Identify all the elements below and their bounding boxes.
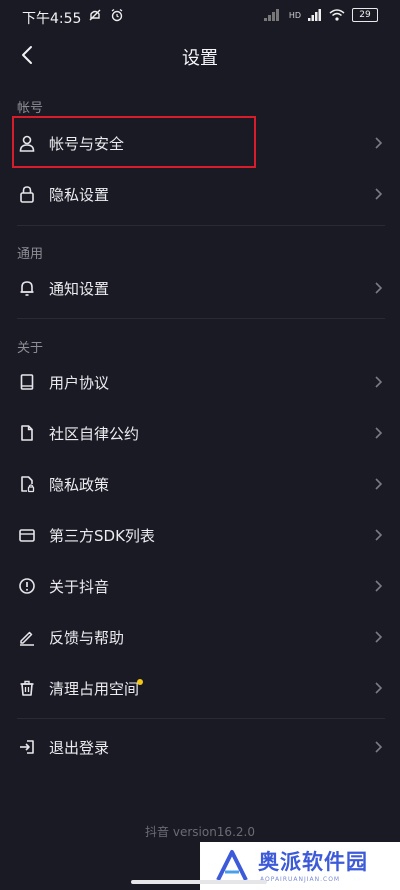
status-time: 下午4:55 — [22, 11, 82, 27]
trash-icon — [17, 678, 37, 698]
section-label-about: 关于 — [17, 341, 44, 356]
section-label-account: 帐号 — [17, 101, 44, 116]
about-douyin-item[interactable]: 关于抖音 — [0, 561, 400, 611]
wifi-icon — [329, 9, 345, 21]
status-bar: 下午4:55 HD 29 — [0, 0, 400, 34]
privacy-settings-label: 隐私设置 — [49, 185, 110, 204]
document-icon — [17, 423, 37, 443]
user-agreement-item[interactable]: 用户协议 — [0, 357, 400, 407]
watermark-title: 奥派软件园 — [258, 850, 368, 874]
privacy-policy-label: 隐私政策 — [49, 475, 110, 494]
divider — [17, 318, 385, 319]
chevron-right-icon — [375, 282, 383, 294]
watermark-subtitle: AOPAIRUANJIAN.COM — [260, 876, 341, 883]
chevron-right-icon — [375, 580, 383, 592]
privacy-settings-item[interactable]: 隐私设置 — [0, 169, 400, 219]
logout-item[interactable]: 退出登录 — [0, 722, 400, 772]
lock-icon — [17, 184, 37, 204]
bell-icon — [17, 278, 37, 298]
section-label-general: 通用 — [17, 247, 44, 262]
chevron-right-icon — [375, 137, 383, 149]
clear-storage-item[interactable]: 清理占用空间 — [0, 663, 400, 713]
user-agreement-label: 用户协议 — [49, 373, 110, 392]
highlight-box — [12, 116, 256, 168]
hd-label: HD — [288, 10, 301, 20]
chevron-right-icon — [375, 741, 383, 753]
divider — [17, 225, 385, 226]
privacy-policy-item[interactable]: 隐私政策 — [0, 459, 400, 509]
chevron-right-icon — [375, 376, 383, 388]
signal-icon — [263, 9, 279, 21]
about-douyin-label: 关于抖音 — [49, 577, 110, 596]
chevron-right-icon — [375, 427, 383, 439]
battery-icon: 29 — [352, 8, 378, 22]
alarm-icon — [111, 8, 123, 22]
book-icon — [17, 372, 37, 392]
page-title: 设置 — [182, 48, 218, 69]
third-party-sdk-label: 第三方SDK列表 — [49, 526, 155, 545]
signal-icon-2 — [308, 9, 321, 21]
watermark-logo-icon — [216, 850, 248, 881]
info-icon — [17, 576, 37, 596]
chevron-right-icon — [375, 188, 383, 200]
logout-icon — [17, 737, 37, 757]
privacy-document-icon — [17, 474, 37, 494]
pen-icon — [17, 627, 37, 647]
divider — [17, 718, 385, 719]
clear-storage-label: 清理占用空间 — [49, 679, 140, 698]
card-icon — [17, 525, 37, 545]
chevron-right-icon — [375, 682, 383, 694]
chevron-right-icon — [375, 478, 383, 490]
header: 设置 — [0, 34, 400, 76]
community-guidelines-item[interactable]: 社区自律公约 — [0, 408, 400, 458]
notification-settings-item[interactable]: 通知设置 — [0, 263, 400, 313]
feedback-help-item[interactable]: 反馈与帮助 — [0, 612, 400, 662]
new-indicator-dot — [137, 679, 143, 685]
chevron-right-icon — [375, 529, 383, 541]
mute-icon — [89, 9, 101, 21]
notification-settings-label: 通知设置 — [49, 279, 110, 298]
community-guidelines-label: 社区自律公约 — [49, 424, 140, 443]
feedback-help-label: 反馈与帮助 — [49, 628, 125, 647]
third-party-sdk-item[interactable]: 第三方SDK列表 — [0, 510, 400, 560]
logout-label: 退出登录 — [49, 738, 110, 757]
version-text: 抖音 version16.2.0 — [145, 825, 255, 839]
home-indicator[interactable] — [131, 880, 267, 884]
chevron-right-icon — [375, 631, 383, 643]
